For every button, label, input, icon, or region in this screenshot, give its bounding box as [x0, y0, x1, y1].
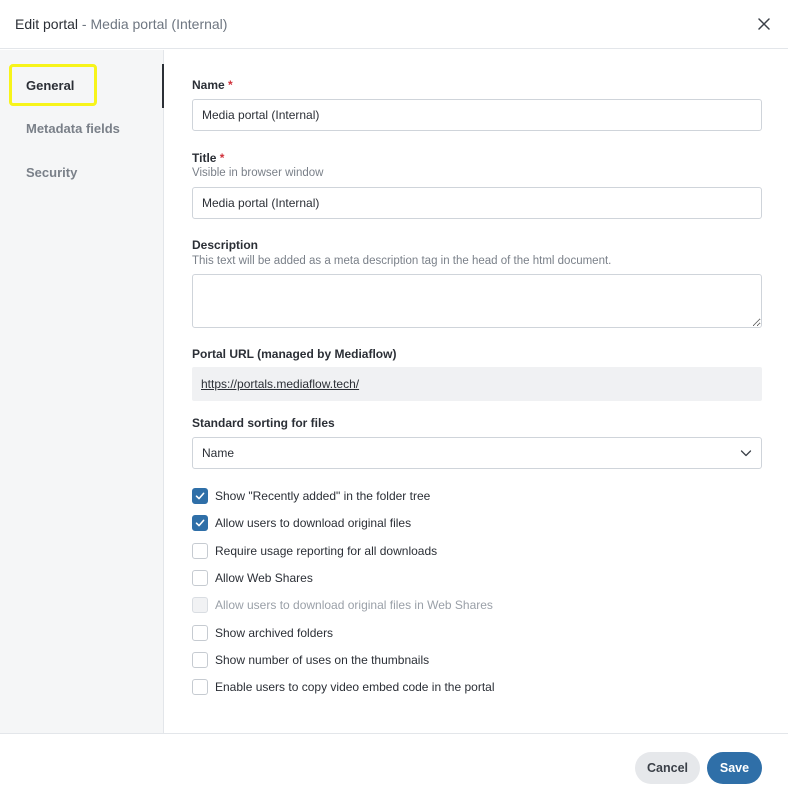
- cancel-button[interactable]: Cancel: [635, 752, 700, 784]
- close-button[interactable]: [755, 15, 773, 33]
- checkbox-label: Allow users to download original files i…: [215, 598, 493, 612]
- chevron-down-icon: [740, 450, 752, 457]
- checkbox-box[interactable]: [192, 488, 208, 504]
- checkbox-label: Show archived folders: [215, 626, 334, 640]
- sorting-selected-value: Name: [202, 446, 235, 460]
- sidebar-item-security[interactable]: Security: [26, 165, 77, 180]
- dialog-title-main: Edit portal: [15, 16, 79, 32]
- checkbox-label: Require usage reporting for all download…: [215, 544, 438, 558]
- active-indicator: [162, 64, 164, 108]
- portal-url-label: Portal URL (managed by Mediaflow): [192, 347, 397, 361]
- title-hint: Visible in browser window: [192, 167, 324, 179]
- name-label: Name *: [192, 78, 233, 92]
- checkbox-box[interactable]: [192, 625, 208, 641]
- title-input[interactable]: Media portal (Internal): [192, 187, 762, 219]
- dialog-title: Edit portal - Media portal (Internal): [15, 16, 227, 32]
- description-label: Description: [192, 238, 259, 252]
- dialog-subtitle: Media portal (Internal): [90, 16, 228, 32]
- required-marker: *: [219, 151, 225, 165]
- name-label-text: Name: [192, 78, 225, 92]
- title-label-text: Title: [192, 151, 217, 165]
- checkbox-label: Allow users to download original files: [215, 516, 412, 530]
- dialog-title-separator: -: [78, 16, 91, 32]
- portal-url-field: https://portals.mediaflow.tech/: [192, 367, 762, 401]
- title-label: Title *: [192, 151, 224, 165]
- checkbox-box[interactable]: [192, 679, 208, 695]
- description-textarea[interactable]: [192, 274, 762, 328]
- checkbox-box[interactable]: [192, 515, 208, 531]
- checkbox-label: Show "Recently added" in the folder tree: [215, 489, 431, 503]
- name-input[interactable]: Media portal (Internal): [192, 99, 762, 131]
- close-icon: [758, 18, 770, 30]
- dialog-footer: Cancel Save: [0, 733, 788, 800]
- sidebar-nav: General Metadata fields Security: [0, 50, 164, 733]
- save-button[interactable]: Save: [707, 752, 762, 784]
- checkbox-label: Enable users to copy video embed code in…: [215, 680, 495, 694]
- portal-url-link[interactable]: https://portals.mediaflow.tech/: [201, 377, 359, 391]
- sorting-select[interactable]: Name: [192, 437, 762, 469]
- sorting-label: Standard sorting for files: [192, 416, 335, 430]
- required-marker: *: [228, 78, 233, 92]
- checkmark-icon: [195, 519, 205, 527]
- checkbox-box[interactable]: [192, 570, 208, 586]
- sidebar-item-general[interactable]: General: [26, 78, 74, 93]
- sidebar-item-metadata-fields[interactable]: Metadata fields: [26, 121, 120, 136]
- description-hint: This text will be added as a meta descri…: [192, 255, 612, 267]
- checkbox-box: [192, 597, 208, 613]
- checkbox-label: Show number of uses on the thumbnails: [215, 653, 430, 667]
- checkmark-icon: [195, 492, 205, 500]
- dialog-header: Edit portal - Media portal (Internal): [0, 0, 788, 49]
- checkbox-box[interactable]: [192, 543, 208, 559]
- checkbox-box[interactable]: [192, 652, 208, 668]
- checkbox-label: Allow Web Shares: [215, 571, 313, 585]
